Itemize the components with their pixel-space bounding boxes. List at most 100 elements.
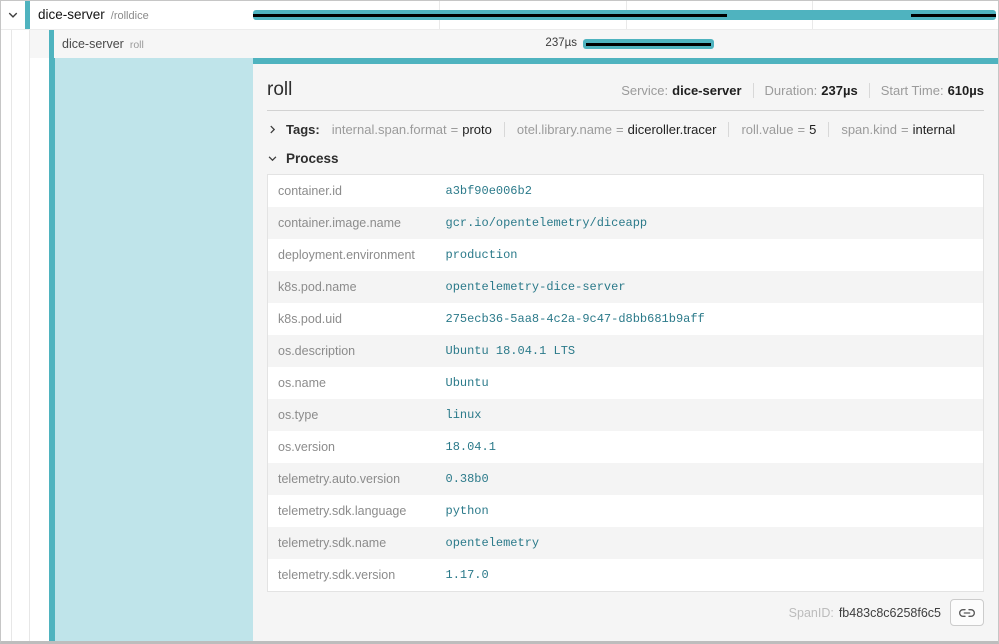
collapse-chevron-icon[interactable] (1, 9, 25, 21)
tags-items: internal.span.format=proto otel.library.n… (332, 122, 956, 137)
tag-item: internal.span.format=proto (332, 122, 492, 137)
process-key: os.name (268, 367, 436, 399)
process-value: Ubuntu (436, 367, 984, 399)
process-key: container.image.name (268, 207, 436, 239)
metric-value: dice-server (672, 83, 741, 98)
span-detail-footer: SpanID: fb483c8c6258f6c5 (267, 592, 984, 633)
tag-item: roll.value=5 (728, 122, 816, 137)
tag-value: internal (913, 122, 956, 137)
spanid-label: SpanID: (789, 606, 834, 620)
process-value: opentelemetry (436, 527, 984, 559)
process-table-row: os.typelinux (268, 399, 984, 431)
process-table-row: telemetry.sdk.nameopentelemetry (268, 527, 984, 559)
process-key: os.version (268, 431, 436, 463)
span-label-child[interactable]: dice-server roll (62, 35, 144, 53)
indent-guide (11, 30, 12, 641)
copy-link-button[interactable] (950, 599, 984, 626)
process-value: 18.04.1 (436, 431, 984, 463)
process-kv-table: container.ida3bf90e006b2container.image.… (267, 174, 984, 592)
process-value: production (436, 239, 984, 271)
process-key: k8s.pod.name (268, 271, 436, 303)
timeline-row-rolldice (253, 1, 998, 30)
service-color-bar (49, 30, 54, 58)
chevron-down-icon (267, 153, 278, 164)
tag-equals: = (447, 122, 463, 137)
chevron-right-icon (267, 124, 278, 135)
tag-key: roll.value (741, 122, 793, 137)
process-value: Ubuntu 18.04.1 LTS (436, 335, 984, 367)
process-table-row: telemetry.sdk.version1.17.0 (268, 559, 984, 592)
critical-path-segment (253, 14, 727, 17)
span-row-roll[interactable]: dice-server roll (1, 30, 253, 58)
span-metrics: Service: dice-server Duration:237µs Start T… (621, 83, 984, 98)
span-label-root[interactable]: dice-server/rolldice (38, 6, 149, 24)
tag-value: 5 (809, 122, 816, 137)
metric-label: Duration: (765, 83, 818, 98)
span-title: roll (267, 79, 292, 101)
timeline-row-roll: 237µs (253, 30, 998, 58)
process-label: Process (286, 151, 339, 166)
tags-label: Tags: (286, 122, 320, 137)
metric-value: 237µs (821, 83, 857, 98)
process-table-row: os.descriptionUbuntu 18.04.1 LTS (268, 335, 984, 367)
metric-label: Start Time: (881, 83, 944, 98)
tag-value: diceroller.tracer (628, 122, 717, 137)
process-value: 275ecb36-5aa8-4c2a-9c47-d8bb681b9aff (436, 303, 984, 335)
tag-key: span.kind (841, 122, 897, 137)
process-value: linux (436, 399, 984, 431)
tag-key: internal.span.format (332, 122, 447, 137)
process-key: k8s.pod.uid (268, 303, 436, 335)
process-key: container.id (268, 175, 436, 208)
process-table-row: container.ida3bf90e006b2 (268, 175, 984, 208)
span-bar-roll[interactable] (583, 39, 714, 49)
process-value: gcr.io/opentelemetry/diceapp (436, 207, 984, 239)
span-bar-rolldice[interactable] (253, 10, 996, 20)
span-name-column: dice-server/rolldice dice-server roll (1, 1, 253, 641)
selected-span-row-highlight (1, 58, 253, 641)
process-key: telemetry.sdk.language (268, 495, 436, 527)
service-color-bar (25, 1, 30, 29)
process-accordion[interactable]: Process (267, 146, 984, 174)
tags-accordion[interactable]: Tags: internal.span.format=proto otel.lib… (267, 111, 984, 146)
service-name: dice-server (62, 37, 124, 51)
process-table-row: deployment.environmentproduction (268, 239, 984, 271)
tag-equals: = (794, 122, 810, 137)
critical-path-segment (586, 43, 711, 46)
trace-timeline-view: dice-server/rolldice dice-server roll (0, 0, 999, 644)
process-table-row: container.image.namegcr.io/opentelemetry… (268, 207, 984, 239)
metric-item: Duration:237µs (753, 83, 858, 98)
process-table-row: os.version18.04.1 (268, 431, 984, 463)
operation-name: /rolldice (111, 10, 149, 22)
selected-row-fill (55, 58, 253, 641)
operation-name: roll (130, 39, 144, 51)
metric-item: Service: dice-server (621, 83, 741, 98)
timeline-rows: 237µs (253, 1, 998, 58)
process-key: telemetry.auto.version (268, 463, 436, 495)
process-key: deployment.environment (268, 239, 436, 271)
process-value: 0.38b0 (436, 463, 984, 495)
process-value: python (436, 495, 984, 527)
process-key: os.type (268, 399, 436, 431)
process-table-row: telemetry.auto.version0.38b0 (268, 463, 984, 495)
metric-label: Service: (621, 83, 668, 98)
tag-item: otel.library.name=diceroller.tracer (504, 122, 717, 137)
process-value: 1.17.0 (436, 559, 984, 592)
link-icon (959, 605, 975, 621)
process-kv-tbody: container.ida3bf90e006b2container.image.… (268, 175, 984, 592)
span-detail-panel: roll Service: dice-server Duration:237µs St… (253, 64, 998, 641)
process-table-row: k8s.pod.uid275ecb36-5aa8-4c2a-9c47-d8bb6… (268, 303, 984, 335)
span-duration-label: 237µs (253, 37, 577, 49)
spanid-value: fb483c8c6258f6c5 (839, 606, 941, 620)
tag-item: span.kind=internal (828, 122, 955, 137)
tag-equals: = (897, 122, 913, 137)
process-key: telemetry.sdk.version (268, 559, 436, 592)
process-key: os.description (268, 335, 436, 367)
span-row-rolldice[interactable]: dice-server/rolldice (1, 1, 253, 30)
process-table-row: os.nameUbuntu (268, 367, 984, 399)
process-value: a3bf90e006b2 (436, 175, 984, 208)
process-table-row: k8s.pod.nameopentelemetry-dice-server (268, 271, 984, 303)
timeline-and-detail: 237µs roll Service:dice-serverDuration:2… (253, 1, 998, 641)
process-key: telemetry.sdk.name (268, 527, 436, 559)
metric-item: Start Time:610µs (869, 83, 984, 98)
tag-key: otel.library.name (517, 122, 612, 137)
